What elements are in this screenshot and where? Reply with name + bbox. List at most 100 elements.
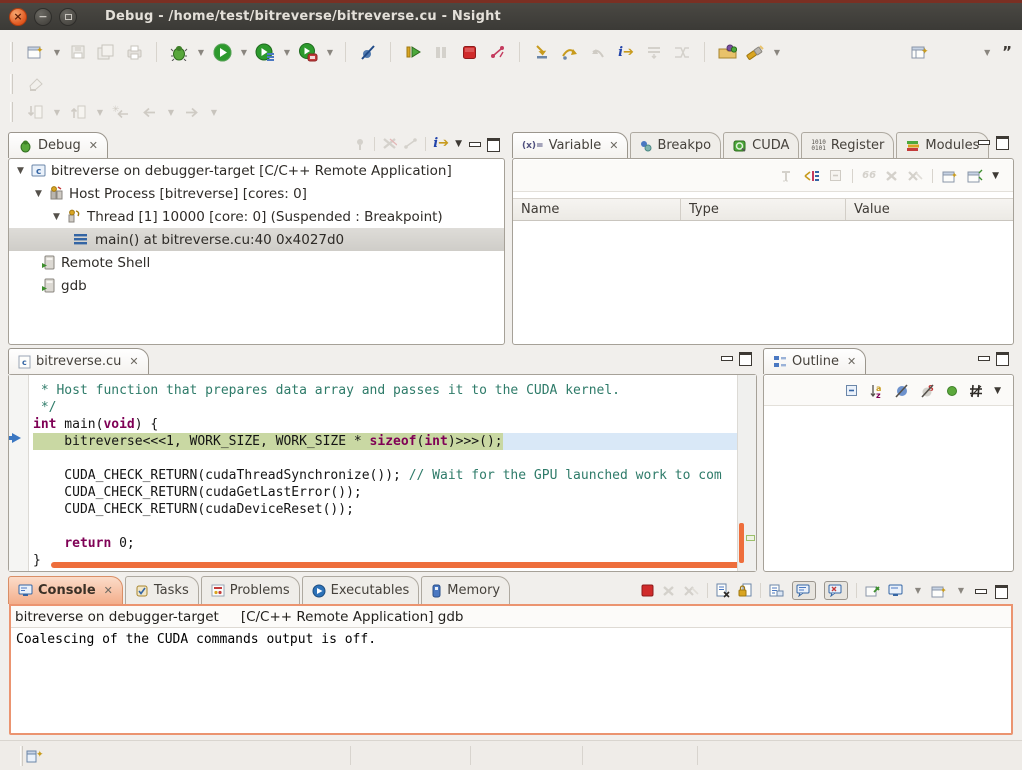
debug-button[interactable] <box>167 40 191 64</box>
disconnect-all-icon[interactable] <box>403 137 418 150</box>
tree-row-gdb[interactable]: gdb <box>9 274 504 297</box>
perspective-label-clipped[interactable]: ” <box>1002 43 1012 61</box>
drop-to-frame-button[interactable] <box>642 40 666 64</box>
coverage-button[interactable] <box>296 40 320 64</box>
terminate-button[interactable] <box>457 40 481 64</box>
maximize-icon[interactable] <box>739 352 752 363</box>
hide-fields-icon[interactable] <box>894 384 909 398</box>
open-perspective-button[interactable]: ✦ <box>908 40 932 64</box>
remove-launch-icon[interactable] <box>662 585 675 597</box>
tab-editor-close-icon[interactable]: ✕ <box>129 355 138 368</box>
tab-console-close-icon[interactable]: ✕ <box>104 584 113 597</box>
remove-all-icon[interactable] <box>907 170 923 182</box>
minimize-icon[interactable] <box>977 136 990 147</box>
tree-row-launch[interactable]: ▼ c bitreverse on debugger-target [C/C++… <box>9 159 504 182</box>
tab-problems[interactable]: Problems <box>201 576 300 604</box>
column-name[interactable]: Name <box>513 199 681 220</box>
tab-modules[interactable]: Modules <box>896 132 989 158</box>
new-wizard-dropdown[interactable]: ▼ <box>52 48 62 57</box>
clear-icon[interactable] <box>23 72 47 96</box>
tab-registers[interactable]: 10100101 Register <box>801 132 894 158</box>
remove-all-terminated-icon[interactable] <box>382 137 397 150</box>
horizontal-scrollbar[interactable] <box>51 562 737 568</box>
show-logical-structure-icon[interactable]: 66 <box>862 170 876 181</box>
tab-memory[interactable]: Memory <box>421 576 510 604</box>
minimize-icon[interactable] <box>977 352 990 363</box>
overview-ruler[interactable] <box>737 375 756 571</box>
resume-button[interactable] <box>401 40 425 64</box>
back-dropdown[interactable]: ▼ <box>166 108 176 117</box>
maximize-icon[interactable] <box>996 136 1009 147</box>
add-watch-expression-icon[interactable] <box>804 169 820 183</box>
search-button[interactable] <box>743 40 767 64</box>
show-console-on-stderr-toggle[interactable] <box>824 581 848 600</box>
open-element-button[interactable] <box>715 40 739 64</box>
run-button[interactable] <box>210 40 234 64</box>
new-view-icon[interactable]: ✦ <box>942 169 958 183</box>
tab-console[interactable]: Console ✕ <box>8 576 123 604</box>
debug-dropdown[interactable]: ▼ <box>196 48 206 57</box>
remove-all-terminated-icon[interactable] <box>683 585 699 597</box>
minimize-icon[interactable] <box>720 352 733 363</box>
tab-tasks[interactable]: Tasks <box>125 576 199 604</box>
suspend-button[interactable] <box>429 40 453 64</box>
instruction-stepping-toggle[interactable]: i➔ <box>433 136 449 151</box>
last-edit-location-button[interactable]: ✳ <box>109 100 133 124</box>
collapse-all-icon[interactable] <box>845 384 859 397</box>
instruction-stepping-button[interactable]: i➔ <box>614 40 638 64</box>
column-type[interactable]: Type <box>681 199 846 220</box>
hide-inactive-elements-icon[interactable] <box>969 384 983 398</box>
open-console-dropdown[interactable]: ▼ <box>956 586 966 595</box>
remove-selected-icon[interactable] <box>885 170 898 182</box>
new-wizard-button[interactable]: ✦ <box>23 40 47 64</box>
display-console-dropdown[interactable]: ▼ <box>913 586 923 595</box>
tab-debug[interactable]: Debug ✕ <box>8 132 108 158</box>
forward-dropdown[interactable]: ▼ <box>209 108 219 117</box>
tab-cuda[interactable]: CUDA <box>723 132 799 158</box>
statusbar-drag-handle[interactable] <box>20 746 23 766</box>
toolbar-drag-handle[interactable] <box>10 42 13 62</box>
code-editor[interactable]: * Host function that prepares data array… <box>29 375 737 571</box>
tab-editor-bitreverse[interactable]: c bitreverse.cu ✕ <box>8 348 149 374</box>
next-annotation-dropdown[interactable]: ▼ <box>52 108 62 117</box>
view-menu-icon[interactable]: ▼ <box>994 386 1001 396</box>
skip-breakpoints-button[interactable] <box>356 40 380 64</box>
tab-outline[interactable]: Outline ✕ <box>763 348 866 374</box>
terminate-icon[interactable] <box>641 584 654 597</box>
step-into-button[interactable] <box>530 40 554 64</box>
pin-console-icon[interactable] <box>865 584 880 598</box>
show-console-on-stdout-toggle[interactable] <box>792 581 816 600</box>
vertical-scrollbar[interactable] <box>739 523 744 563</box>
display-selected-console-icon[interactable] <box>888 584 904 598</box>
annotation-marker[interactable] <box>746 535 755 541</box>
pin-icon[interactable] <box>353 137 367 151</box>
show-type-names-icon[interactable] <box>780 169 795 183</box>
tree-row-thread[interactable]: ▼ Thread [1] 10000 [core: 0] (Suspended … <box>9 205 504 228</box>
pin-view-icon[interactable] <box>967 169 983 183</box>
previous-annotation-button[interactable] <box>66 100 90 124</box>
word-wrap-icon[interactable] <box>769 583 784 598</box>
next-annotation-button[interactable] <box>23 100 47 124</box>
use-step-filters-button[interactable] <box>670 40 694 64</box>
clear-console-icon[interactable] <box>716 583 730 598</box>
tab-outline-close-icon[interactable]: ✕ <box>847 355 856 368</box>
profile-button[interactable] <box>253 40 277 64</box>
hide-non-public-members-icon[interactable] <box>946 385 958 397</box>
hide-static-members-icon[interactable]: S <box>920 384 935 398</box>
save-button[interactable] <box>66 40 90 64</box>
tab-breakpoints[interactable]: Breakpo <box>630 132 721 158</box>
tree-row-stack-frame[interactable]: main() at bitreverse.cu:40 0x4027d0 <box>9 228 504 251</box>
print-button[interactable] <box>122 40 146 64</box>
fast-view-icon[interactable]: ✦ <box>26 748 44 764</box>
window-close-button[interactable]: × <box>9 8 27 26</box>
profile-dropdown[interactable]: ▼ <box>282 48 292 57</box>
view-menu-icon[interactable]: ▼ <box>992 171 999 181</box>
toolbar-drag-handle[interactable] <box>10 102 13 122</box>
forward-button[interactable] <box>180 100 204 124</box>
previous-annotation-dropdown[interactable]: ▼ <box>95 108 105 117</box>
tab-debug-close-icon[interactable]: ✕ <box>89 139 98 152</box>
back-button[interactable] <box>137 100 161 124</box>
editor-gutter[interactable] <box>9 375 29 571</box>
tab-variables-close-icon[interactable]: ✕ <box>609 139 618 152</box>
tab-executables[interactable]: Executables <box>302 576 420 604</box>
